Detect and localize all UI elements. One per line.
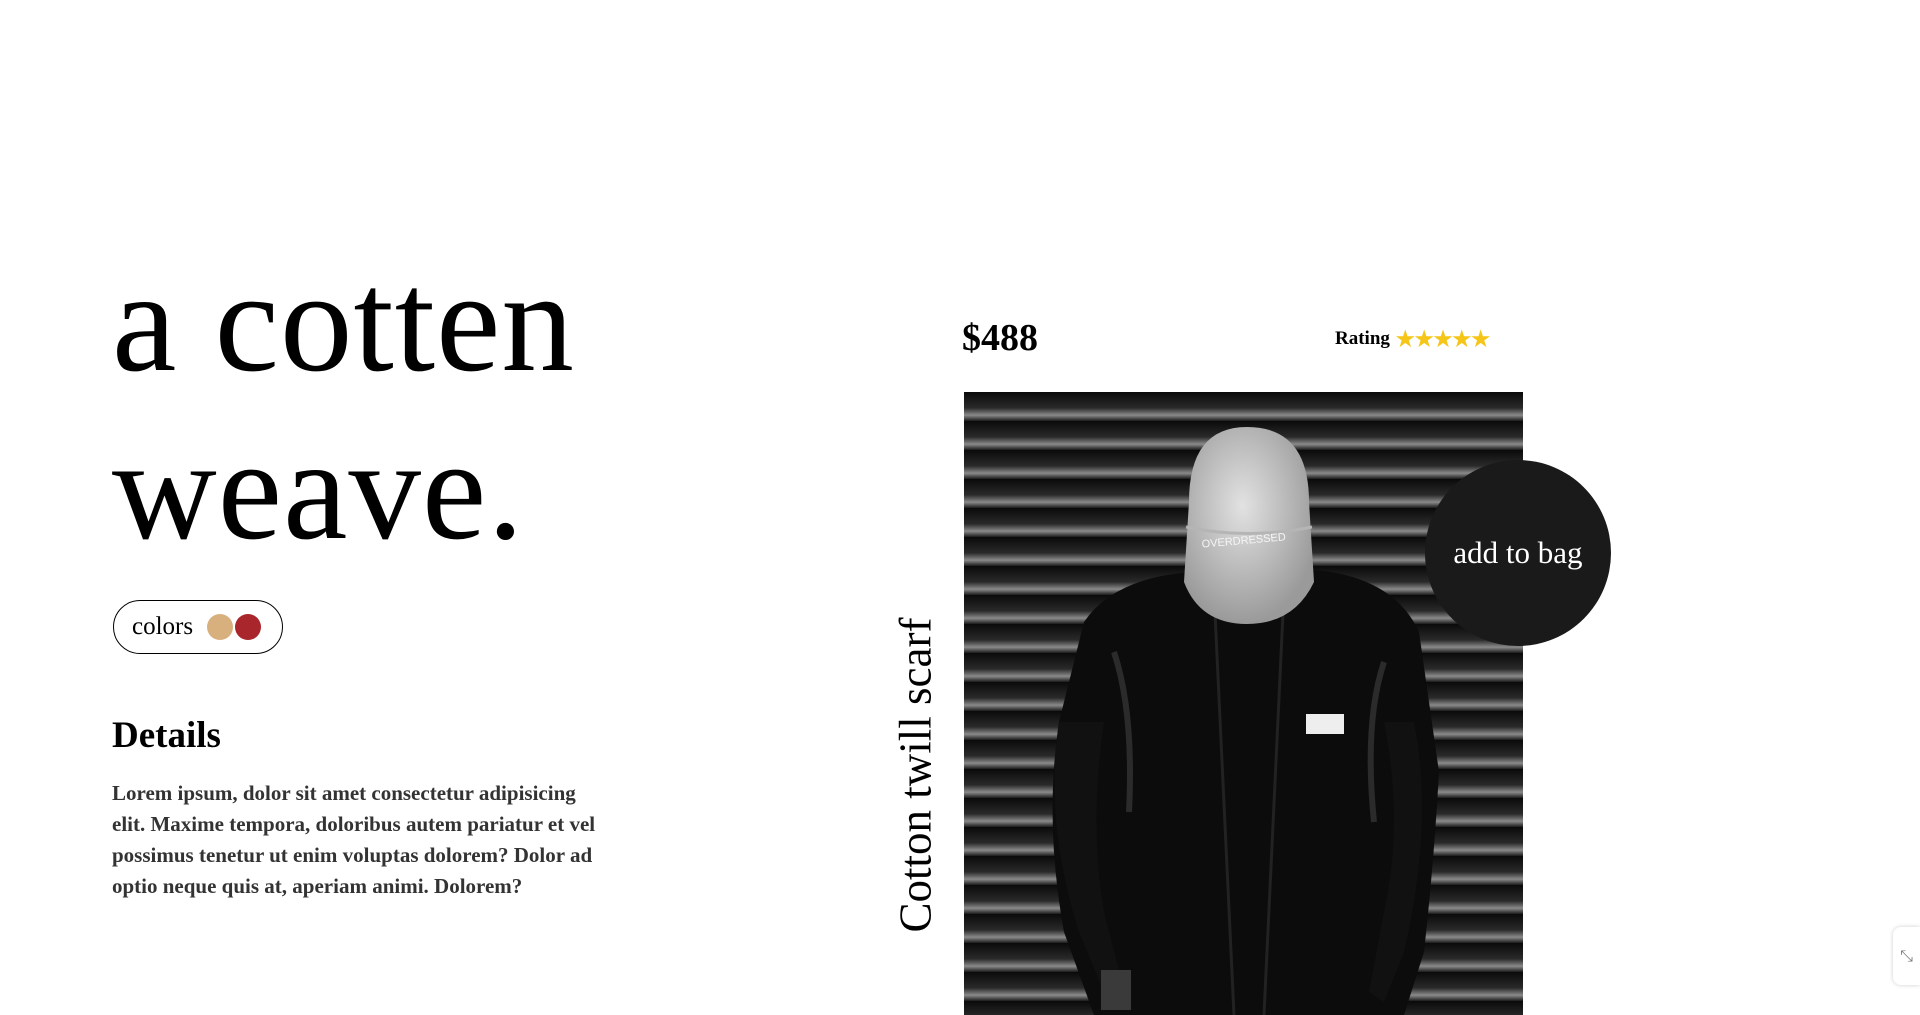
star-icon: ★ [1433,326,1453,351]
add-to-bag-button[interactable]: add to bag [1425,460,1611,646]
star-icon: ★ [1395,326,1415,351]
product-name: Cotton twill scarf [890,617,940,933]
hero-line-2: weave. [112,410,525,570]
product-rating: Rating ★ ★ ★ ★ ★ [1335,328,1490,350]
product-price: $488 [962,317,1038,359]
expand-icon[interactable]: ⤡ [1893,927,1920,985]
product-image: OVERDRESSED [964,392,1523,1015]
color-selector[interactable]: colors [113,600,283,654]
product-name-vertical: Cotton twill scarf [890,617,940,933]
hero-line-1: a cotten [112,242,575,402]
model-photo: OVERDRESSED [964,392,1523,1015]
colors-label: colors [132,613,194,640]
rating-label: Rating [1335,328,1390,349]
details-description: Lorem ipsum, dolor sit amet consectetur … [112,781,596,898]
hero-headline: a cotten weave. [112,238,575,574]
details-heading: Details [112,715,221,756]
color-swatch-red[interactable] [235,614,262,640]
star-icon: ★ [1471,326,1491,351]
star-icon: ★ [1414,326,1434,351]
rating-stars: ★ ★ ★ ★ ★ [1395,326,1491,351]
product-page: a cotten weave. colors Details Lorem ips… [0,0,1920,1015]
color-swatch-tan[interactable] [207,614,234,640]
star-icon: ★ [1452,326,1472,351]
